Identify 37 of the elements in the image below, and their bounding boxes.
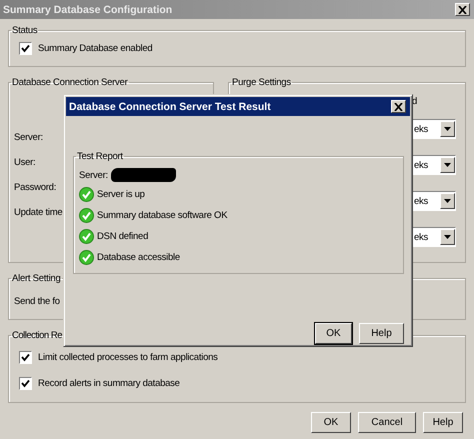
checkbox[interactable]: [19, 42, 32, 55]
group-title: Purge Settings: [231, 77, 292, 88]
check-result: Database accessible: [97, 252, 180, 263]
close-button[interactable]: [391, 100, 406, 113]
group-title: Alert Setting: [11, 273, 62, 284]
dialog-button[interactable]: Cancel: [358, 412, 416, 433]
checkbox-label: Limit collected processes to farm applications: [38, 352, 218, 363]
alert-text: Send the fo: [14, 296, 60, 307]
group-title: Status: [11, 25, 38, 36]
dropdown[interactable]: eks: [412, 119, 456, 139]
check-result: Summary database software OK: [97, 210, 228, 221]
field-label: User:: [14, 157, 36, 170]
dropdown[interactable]: eks: [412, 155, 456, 175]
close-icon: [458, 6, 467, 14]
server-label: Server:: [79, 170, 108, 180]
group-title: Database Connection Server: [11, 77, 128, 88]
group-title: Test Report: [76, 151, 124, 162]
checkbox[interactable]: [19, 351, 32, 364]
dialog-title: Database Connection Server Test Result: [69, 100, 271, 112]
dialog-button[interactable]: OK: [315, 323, 352, 344]
field-label: Update time: [14, 207, 62, 220]
close-icon: [394, 102, 403, 110]
field-label: Server:: [14, 132, 43, 145]
check-result: DSN defined: [97, 231, 148, 242]
group-title: Collection Re: [11, 330, 63, 341]
checkbox-label: Summary Database enabled: [38, 43, 152, 54]
dialog-button[interactable]: Help: [359, 323, 404, 344]
dialog-button[interactable]: OK: [311, 412, 351, 433]
close-button[interactable]: [455, 3, 470, 16]
field-label: Password:: [14, 182, 56, 195]
checkbox-label: Record alerts in summary database: [38, 378, 180, 389]
checkbox[interactable]: [19, 377, 32, 390]
dropdown[interactable]: eks: [412, 227, 456, 247]
dialog-button[interactable]: Help: [423, 412, 463, 433]
check-result: Server is up: [97, 189, 145, 200]
dropdown[interactable]: eks: [412, 191, 456, 211]
window-title: Summary Database Configuration: [3, 4, 172, 16]
